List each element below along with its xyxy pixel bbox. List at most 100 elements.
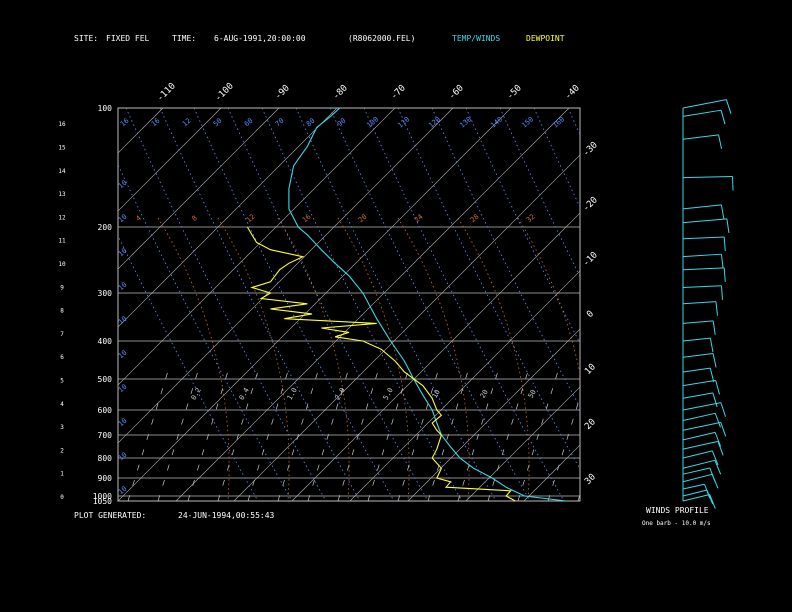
- dry-adiabat: [261, 108, 463, 501]
- mixing-ratio: [217, 370, 259, 501]
- dry-adiabat: [295, 108, 497, 501]
- isotherm-line: [756, 101, 792, 501]
- isotherm-line: [523, 444, 580, 501]
- chart-grid: [0, 101, 792, 502]
- wind-barb-flag: [718, 134, 723, 149]
- wind-barb: [682, 204, 722, 210]
- wind-barb: [682, 440, 719, 450]
- height-label-14: 14: [58, 168, 66, 175]
- adiabat-label: 16: [119, 117, 131, 129]
- wind-barb-flag: [711, 450, 719, 466]
- wind-barb: [682, 467, 710, 475]
- wind-barb: [682, 402, 722, 411]
- wind-barb: [682, 412, 716, 421]
- wind-barb-flag: [709, 494, 716, 509]
- wind-barb: [682, 450, 713, 459]
- moist-adiabat: [337, 217, 410, 501]
- plot-frame: [117, 107, 581, 502]
- pressure-label-900: 900: [98, 474, 113, 483]
- mixing-ratio: [157, 370, 199, 501]
- isotherm-label: -70: [389, 83, 408, 102]
- pressure-label-300: 300: [98, 289, 113, 298]
- height-label-0: 0: [60, 494, 64, 501]
- mixing-ratio: [547, 395, 580, 501]
- wind-barb: [682, 285, 722, 288]
- isotherm-line: [0, 101, 54, 501]
- wind-barb: [682, 489, 708, 497]
- isotherm-label: -30: [581, 140, 600, 159]
- wind-barb: [682, 236, 725, 240]
- mixing-label: 2.0: [334, 387, 347, 402]
- dry-adiabat: [159, 108, 361, 501]
- isotherm-label: -50: [505, 83, 524, 102]
- dewpoint-line: [246, 226, 516, 502]
- adiabat-label: 80: [305, 117, 317, 129]
- height-label-7: 7: [60, 331, 64, 338]
- pressure-label-800: 800: [98, 454, 113, 463]
- isotherm-label: 0: [585, 309, 596, 320]
- dry-adiabat: [193, 108, 395, 501]
- wind-barb-flag: [720, 422, 727, 437]
- isotherm-label: 20: [583, 417, 598, 432]
- wind-barb: [682, 431, 716, 441]
- height-label-2: 2: [60, 447, 64, 454]
- wind-barb-flag: [709, 338, 714, 353]
- dry-adiabat: [465, 108, 580, 345]
- wind-barb-flag: [717, 441, 724, 456]
- left-adiabat-label: 10: [117, 451, 129, 463]
- wind-barb-flag: [714, 460, 722, 475]
- adiabat-label: 16: [150, 117, 162, 129]
- chart-labels: 1002003004005006007008009001000105001234…: [58, 81, 599, 506]
- height-label-3: 3: [60, 424, 64, 431]
- pressure-label-700: 700: [98, 431, 113, 440]
- height-label-8: 8: [60, 308, 64, 315]
- adiabat-label: 60: [243, 117, 255, 129]
- mixing-ratio: [397, 370, 439, 501]
- pressure-label-600: 600: [98, 406, 113, 415]
- isotherm-label: -40: [563, 83, 582, 102]
- isotherm-label: -110: [155, 81, 177, 103]
- height-label-5: 5: [60, 378, 64, 385]
- height-label-1: 1: [60, 471, 64, 478]
- wind-barb: [682, 367, 711, 373]
- dry-adiabat: [738, 108, 792, 501]
- pressure-label-200: 200: [98, 223, 113, 232]
- mixing-label: 0.4: [238, 387, 251, 402]
- mixing-label: 50: [527, 388, 538, 399]
- dry-adiabat: [533, 108, 580, 208]
- isotherm-line: [291, 212, 580, 501]
- adiabat-label: 100: [365, 115, 380, 129]
- height-label-15: 15: [58, 145, 66, 152]
- dry-adiabat: [499, 108, 580, 278]
- wind-barb-flag: [720, 110, 726, 125]
- moist-adiabat: [457, 217, 530, 501]
- isotherm-label: -60: [447, 83, 466, 102]
- pressure-label-500: 500: [98, 375, 113, 384]
- adiabat-label: 130: [458, 115, 473, 129]
- wind-barb: [682, 392, 713, 399]
- wind-barb: [682, 379, 716, 387]
- moist-label: 28: [469, 213, 481, 225]
- isotherm-line: [349, 270, 580, 501]
- dry-adiabat: [329, 108, 531, 501]
- moist-adiabat: [277, 217, 350, 501]
- wind-barb-flag: [720, 402, 726, 417]
- moist-label: 16: [301, 213, 313, 225]
- wind-barb: [682, 253, 722, 258]
- height-label-4: 4: [60, 401, 64, 408]
- dry-adiabat: [125, 108, 327, 501]
- wind-barb-flag: [715, 380, 721, 395]
- isotherm-line: [465, 386, 580, 501]
- adiabat-label: 50: [212, 117, 224, 129]
- pressure-label-100: 100: [98, 104, 113, 113]
- wind-barb-flag: [731, 176, 734, 191]
- isotherm-line: [0, 101, 112, 501]
- isotherm-line: [118, 108, 338, 328]
- height-label-16: 16: [58, 121, 66, 128]
- dry-adiabat: [431, 108, 580, 409]
- adiabat-label: 160: [551, 115, 566, 129]
- moist-label: 20: [357, 213, 369, 225]
- wind-barb: [682, 176, 733, 179]
- mixing-label: 20: [479, 388, 490, 399]
- wind-barb: [682, 301, 716, 305]
